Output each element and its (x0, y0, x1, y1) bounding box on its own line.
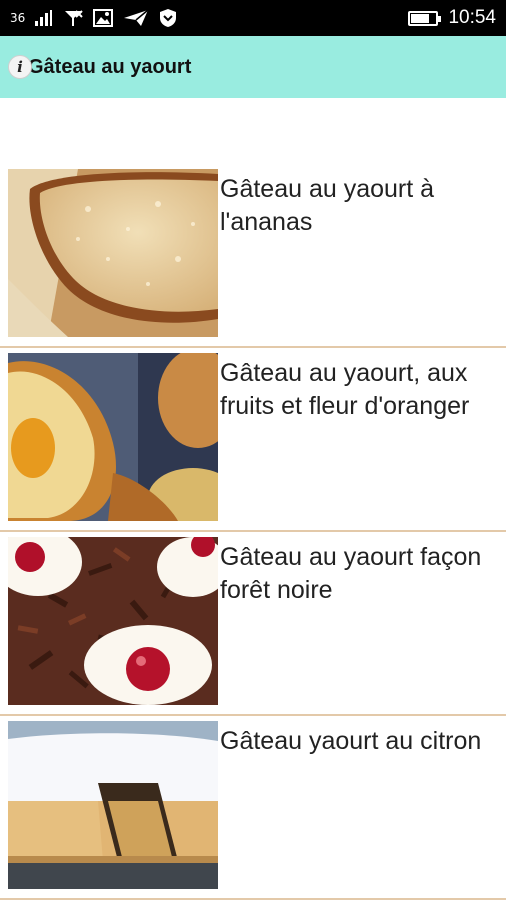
recipe-title: Gâteau au yaourt, aux fruits et fleur d'… (220, 359, 470, 420)
status-bar: 36 10:54 (0, 0, 506, 36)
shield-notification-icon (160, 9, 177, 27)
status-icons-right: 10:54 (408, 6, 496, 30)
recipe-item-citron[interactable]: Gâteau yaourt au citron (0, 721, 506, 900)
info-icon[interactable]: i (8, 55, 32, 79)
no-sim-icon (65, 10, 83, 26)
status-time: 10:54 (448, 7, 496, 28)
list-divider (0, 346, 506, 348)
app-bar: i Gâteau au yaourt (0, 36, 506, 98)
cellular-signal-icon (35, 10, 53, 26)
status-icons-left: 36 (10, 6, 177, 30)
recipe-list: Gâteau au yaourt à l'ananas Gâteau au ya… (0, 169, 506, 900)
recipe-item-foret-noire[interactable]: Gâteau au yaourt façon forêt noire (0, 537, 506, 721)
signal-strength-label: 36 (10, 11, 26, 25)
recipe-thumbnail-lemon-cake (8, 721, 218, 889)
recipe-thumbnail-pineapple-cake (8, 169, 218, 337)
image-notification-icon (93, 9, 114, 27)
recipe-title: Gâteau au yaourt façon forêt noire (220, 543, 482, 604)
recipe-title: Gâteau yaourt au citron (220, 727, 482, 755)
battery-icon (408, 10, 442, 26)
recipe-item-ananas[interactable]: Gâteau au yaourt à l'ananas (0, 169, 506, 353)
page-title: Gâteau au yaourt (28, 56, 192, 78)
send-notification-icon (124, 9, 149, 26)
recipe-thumbnail-black-forest (8, 537, 218, 705)
list-divider (0, 714, 506, 716)
recipe-title: Gâteau au yaourt à l'ananas (220, 175, 435, 236)
list-divider (0, 530, 506, 532)
recipe-thumbnail-madeleines (8, 353, 218, 521)
recipe-item-fleur-oranger[interactable]: Gâteau au yaourt, aux fruits et fleur d'… (0, 353, 506, 537)
